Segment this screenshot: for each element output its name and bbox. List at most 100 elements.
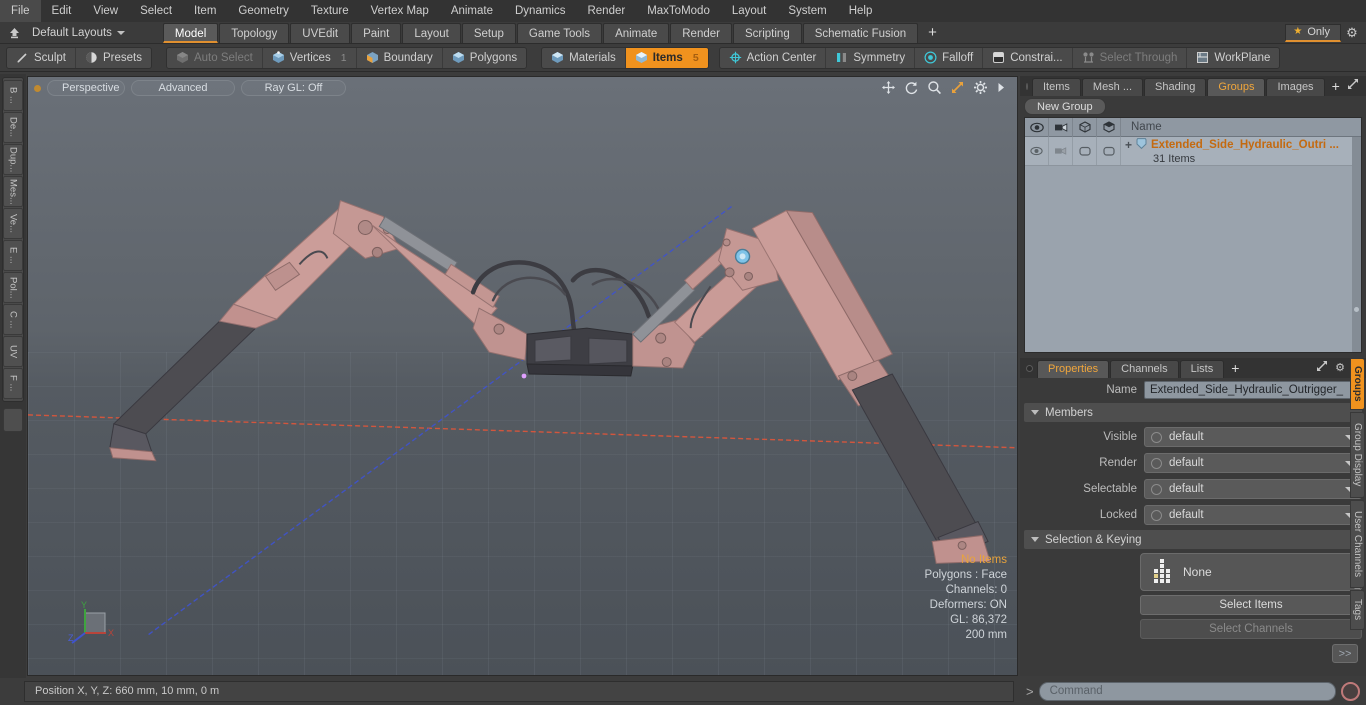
row-wireframe-toggle[interactable] [1073,137,1097,165]
vertices-button[interactable]: Vertices 1 [263,47,357,69]
locked-dropdown[interactable]: default [1144,505,1362,525]
tab-model[interactable]: Model [163,23,218,43]
tab-paint[interactable]: Paint [351,23,401,43]
record-icon[interactable] [1341,682,1360,701]
row-render-toggle[interactable] [1049,137,1073,165]
panel-tab-groups[interactable]: Groups [1207,78,1265,96]
tab-properties[interactable]: Properties [1037,360,1109,378]
menu-item-animate[interactable]: Animate [440,0,504,22]
render-dropdown[interactable]: default [1144,453,1362,473]
panel-add-tab-button[interactable]: + [1326,78,1346,96]
visible-dropdown[interactable]: default [1144,427,1362,447]
workplane-button[interactable]: WorkPlane [1187,47,1279,69]
left-tab-mesh-edit[interactable]: Mes... [3,176,23,207]
items-button[interactable]: Items 5 [626,47,708,69]
menu-item-dynamics[interactable]: Dynamics [504,0,576,22]
properties-gear-icon[interactable]: ⚙ [1335,361,1345,374]
layout-selector[interactable]: Default Layouts [24,22,133,44]
selection-keying-section-header[interactable]: Selection & Keying [1024,530,1362,549]
left-tab-curve[interactable]: C ... [3,304,23,335]
left-tab-vertex[interactable]: Ve... [3,208,23,239]
expand-toggle-icon[interactable]: + [1125,138,1132,152]
rotate-icon[interactable] [904,80,919,95]
left-tab-extra[interactable] [3,408,23,432]
panel-tab-mesh[interactable]: Mesh ... [1082,78,1143,96]
tab-uvedit[interactable]: UVEdit [290,23,350,43]
menu-item-file[interactable]: File [0,0,41,22]
row-solid-toggle[interactable] [1097,137,1121,165]
tab-layout[interactable]: Layout [402,23,461,43]
menu-item-texture[interactable]: Texture [300,0,360,22]
rtab-user-channels[interactable]: User Channels [1350,500,1365,588]
boundary-button[interactable]: Boundary [357,47,443,69]
groups-list[interactable]: Name [1024,117,1362,353]
new-group-button[interactable]: New Group [1024,98,1106,115]
properties-expand-icon[interactable] [1316,360,1328,375]
symmetry-button[interactable]: Symmetry [826,47,915,69]
left-tab-basic[interactable]: B ... [3,80,23,111]
properties-add-tab-button[interactable]: + [1225,360,1245,378]
left-tab-deform[interactable]: De... [3,112,23,143]
presets-button[interactable]: Presets [76,47,151,69]
tab-channels[interactable]: Channels [1110,360,1178,378]
zoom-icon[interactable] [927,80,942,95]
groups-list-scrollbar[interactable] [1352,137,1361,352]
falloff-button[interactable]: Falloff [915,47,983,69]
materials-button[interactable]: Materials [542,47,626,69]
viewport-projection-pill[interactable]: Perspective [47,80,125,96]
left-tab-polygon[interactable]: Pol... [3,272,23,303]
pan-icon[interactable] [881,80,896,95]
rtab-tags[interactable]: Tags [1350,590,1365,630]
tab-scripting[interactable]: Scripting [733,23,802,43]
menu-item-help[interactable]: Help [838,0,884,22]
action-center-button[interactable]: Action Center [720,47,827,69]
home-icon[interactable] [4,23,24,43]
menu-item-view[interactable]: View [82,0,129,22]
sculpt-button[interactable]: Sculpt [7,47,76,69]
menu-item-render[interactable]: Render [576,0,636,22]
row-visibility-toggle[interactable] [1025,137,1049,165]
menu-item-system[interactable]: System [777,0,837,22]
only-toggle-button[interactable]: ★ Only [1285,24,1341,42]
gear-icon[interactable]: ⚙ [1341,25,1363,41]
menu-item-vertex-map[interactable]: Vertex Map [360,0,440,22]
members-section-header[interactable]: Members [1024,403,1362,422]
left-tab-duplicate[interactable]: Dup... [3,144,23,175]
tab-render[interactable]: Render [670,23,732,43]
tab-topology[interactable]: Topology [219,23,289,43]
tab-animate[interactable]: Animate [603,23,669,43]
tab-schematic-fusion[interactable]: Schematic Fusion [803,23,918,43]
select-through-button[interactable]: Select Through [1073,47,1188,69]
menu-item-edit[interactable]: Edit [41,0,83,22]
panel-tab-images[interactable]: Images [1266,78,1324,96]
properties-menu-dot[interactable] [1026,365,1033,372]
menu-item-maxtomodo[interactable]: MaxToModo [636,0,721,22]
fit-icon[interactable] [950,80,965,95]
row-name-cell[interactable]: + Extended_Side_Hydraulic_Outri ... 31 I… [1121,137,1361,165]
expand-panel-icon[interactable] [1347,78,1359,93]
viewport-gear-icon[interactable] [973,80,988,95]
rtab-group-display[interactable]: Group Display [1350,412,1365,498]
select-items-button[interactable]: Select Items [1140,595,1362,615]
menu-item-geometry[interactable]: Geometry [227,0,300,22]
menu-item-layout[interactable]: Layout [721,0,778,22]
panel-tab-shading[interactable]: Shading [1144,78,1206,96]
panel-tab-items[interactable]: Items [1032,78,1081,96]
selectable-dropdown[interactable]: default [1144,479,1362,499]
name-field[interactable]: Extended_Side_Hydraulic_Outrigger_ [1144,381,1362,399]
viewport-options-dot[interactable] [34,85,41,92]
auto-select-button[interactable]: Auto Select [167,47,263,69]
polygons-button[interactable]: Polygons [443,47,526,69]
rtab-groups[interactable]: Groups [1350,358,1365,410]
tab-lists[interactable]: Lists [1180,360,1225,378]
left-tab-uv[interactable]: UV [3,336,23,367]
menu-item-item[interactable]: Item [183,0,227,22]
3d-viewport[interactable]: -Z [27,76,1018,676]
tab-setup[interactable]: Setup [462,23,516,43]
table-row[interactable]: + Extended_Side_Hydraulic_Outri ... 31 I… [1025,137,1361,166]
left-tab-fusion[interactable]: F ... [3,368,23,399]
viewport-arrow-icon[interactable] [996,80,1011,95]
panel-menu-dot[interactable] [1026,83,1028,90]
selection-set-field[interactable]: None [1140,553,1362,591]
add-tab-button[interactable]: + [919,23,946,43]
